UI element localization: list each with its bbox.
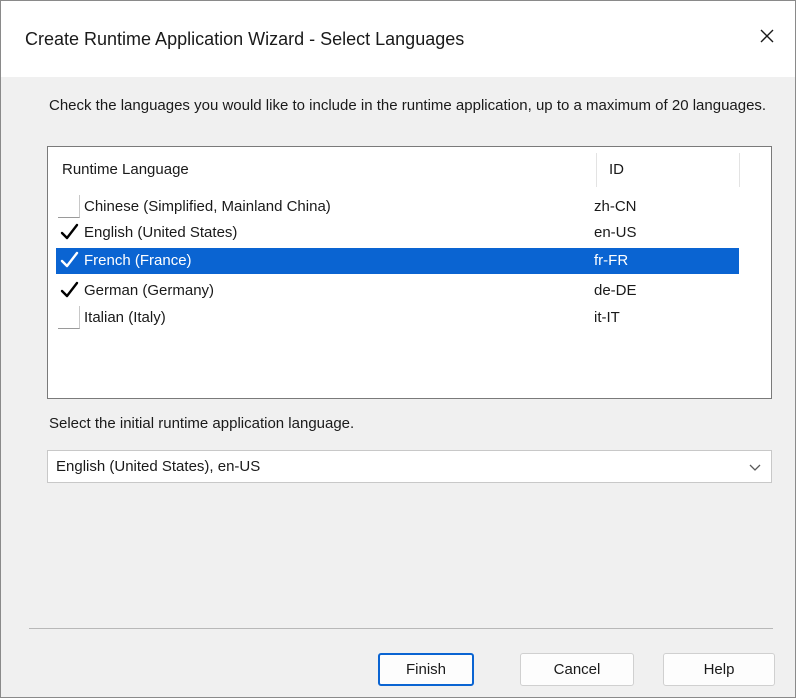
row-checkbox[interactable] <box>58 249 82 272</box>
column-header-language[interactable]: Runtime Language <box>62 161 189 178</box>
language-row[interactable]: Italian (Italy) it-IT <box>56 305 739 331</box>
checkmark-icon <box>60 281 79 298</box>
row-id: fr-FR <box>594 252 629 269</box>
language-list[interactable]: Runtime Language ID Chinese (Simplified,… <box>47 146 772 399</box>
language-row[interactable]: German (Germany) de-DE <box>56 278 739 304</box>
close-icon <box>760 29 774 43</box>
row-id: zh-CN <box>594 198 637 215</box>
row-checkbox[interactable] <box>58 221 82 244</box>
initial-language-dropdown[interactable]: English (United States), en-US <box>47 450 772 483</box>
checkmark-icon <box>60 251 79 268</box>
language-row-selected[interactable]: French (France) fr-FR <box>56 248 739 274</box>
row-language: Italian (Italy) <box>84 309 166 326</box>
language-row[interactable]: Chinese (Simplified, Mainland China) zh-… <box>56 194 739 220</box>
row-language: English (United States) <box>84 224 238 241</box>
title-bar: Create Runtime Application Wizard - Sele… <box>1 1 795 77</box>
initial-language-label: Select the initial runtime application l… <box>49 415 355 432</box>
window-title: Create Runtime Application Wizard - Sele… <box>25 29 465 49</box>
list-header: Runtime Language ID <box>48 147 771 193</box>
row-language: Chinese (Simplified, Mainland China) <box>84 198 331 215</box>
row-language: French (France) <box>84 252 192 269</box>
button-separator <box>29 628 773 629</box>
help-button[interactable]: Help <box>663 653 775 686</box>
column-divider[interactable] <box>596 153 597 187</box>
column-divider[interactable] <box>739 153 740 187</box>
row-language: German (Germany) <box>84 282 215 299</box>
wizard-dialog: Create Runtime Application Wizard - Sele… <box>0 0 796 698</box>
cancel-button[interactable]: Cancel <box>520 653 634 686</box>
row-id: en-US <box>594 224 637 241</box>
row-id: it-IT <box>594 309 620 326</box>
instructions-text: Check the languages you would like to in… <box>49 97 767 114</box>
dropdown-value: English (United States), en-US <box>56 458 261 475</box>
close-button[interactable] <box>747 17 787 55</box>
row-checkbox[interactable] <box>58 279 82 302</box>
column-header-id[interactable]: ID <box>609 161 624 178</box>
row-checkbox[interactable] <box>58 195 80 218</box>
checkmark-icon <box>60 223 79 240</box>
finish-button[interactable]: Finish <box>378 653 474 686</box>
language-row[interactable]: English (United States) en-US <box>56 220 739 246</box>
row-id: de-DE <box>594 282 637 299</box>
row-checkbox[interactable] <box>58 306 80 329</box>
chevron-down-icon <box>749 464 761 471</box>
